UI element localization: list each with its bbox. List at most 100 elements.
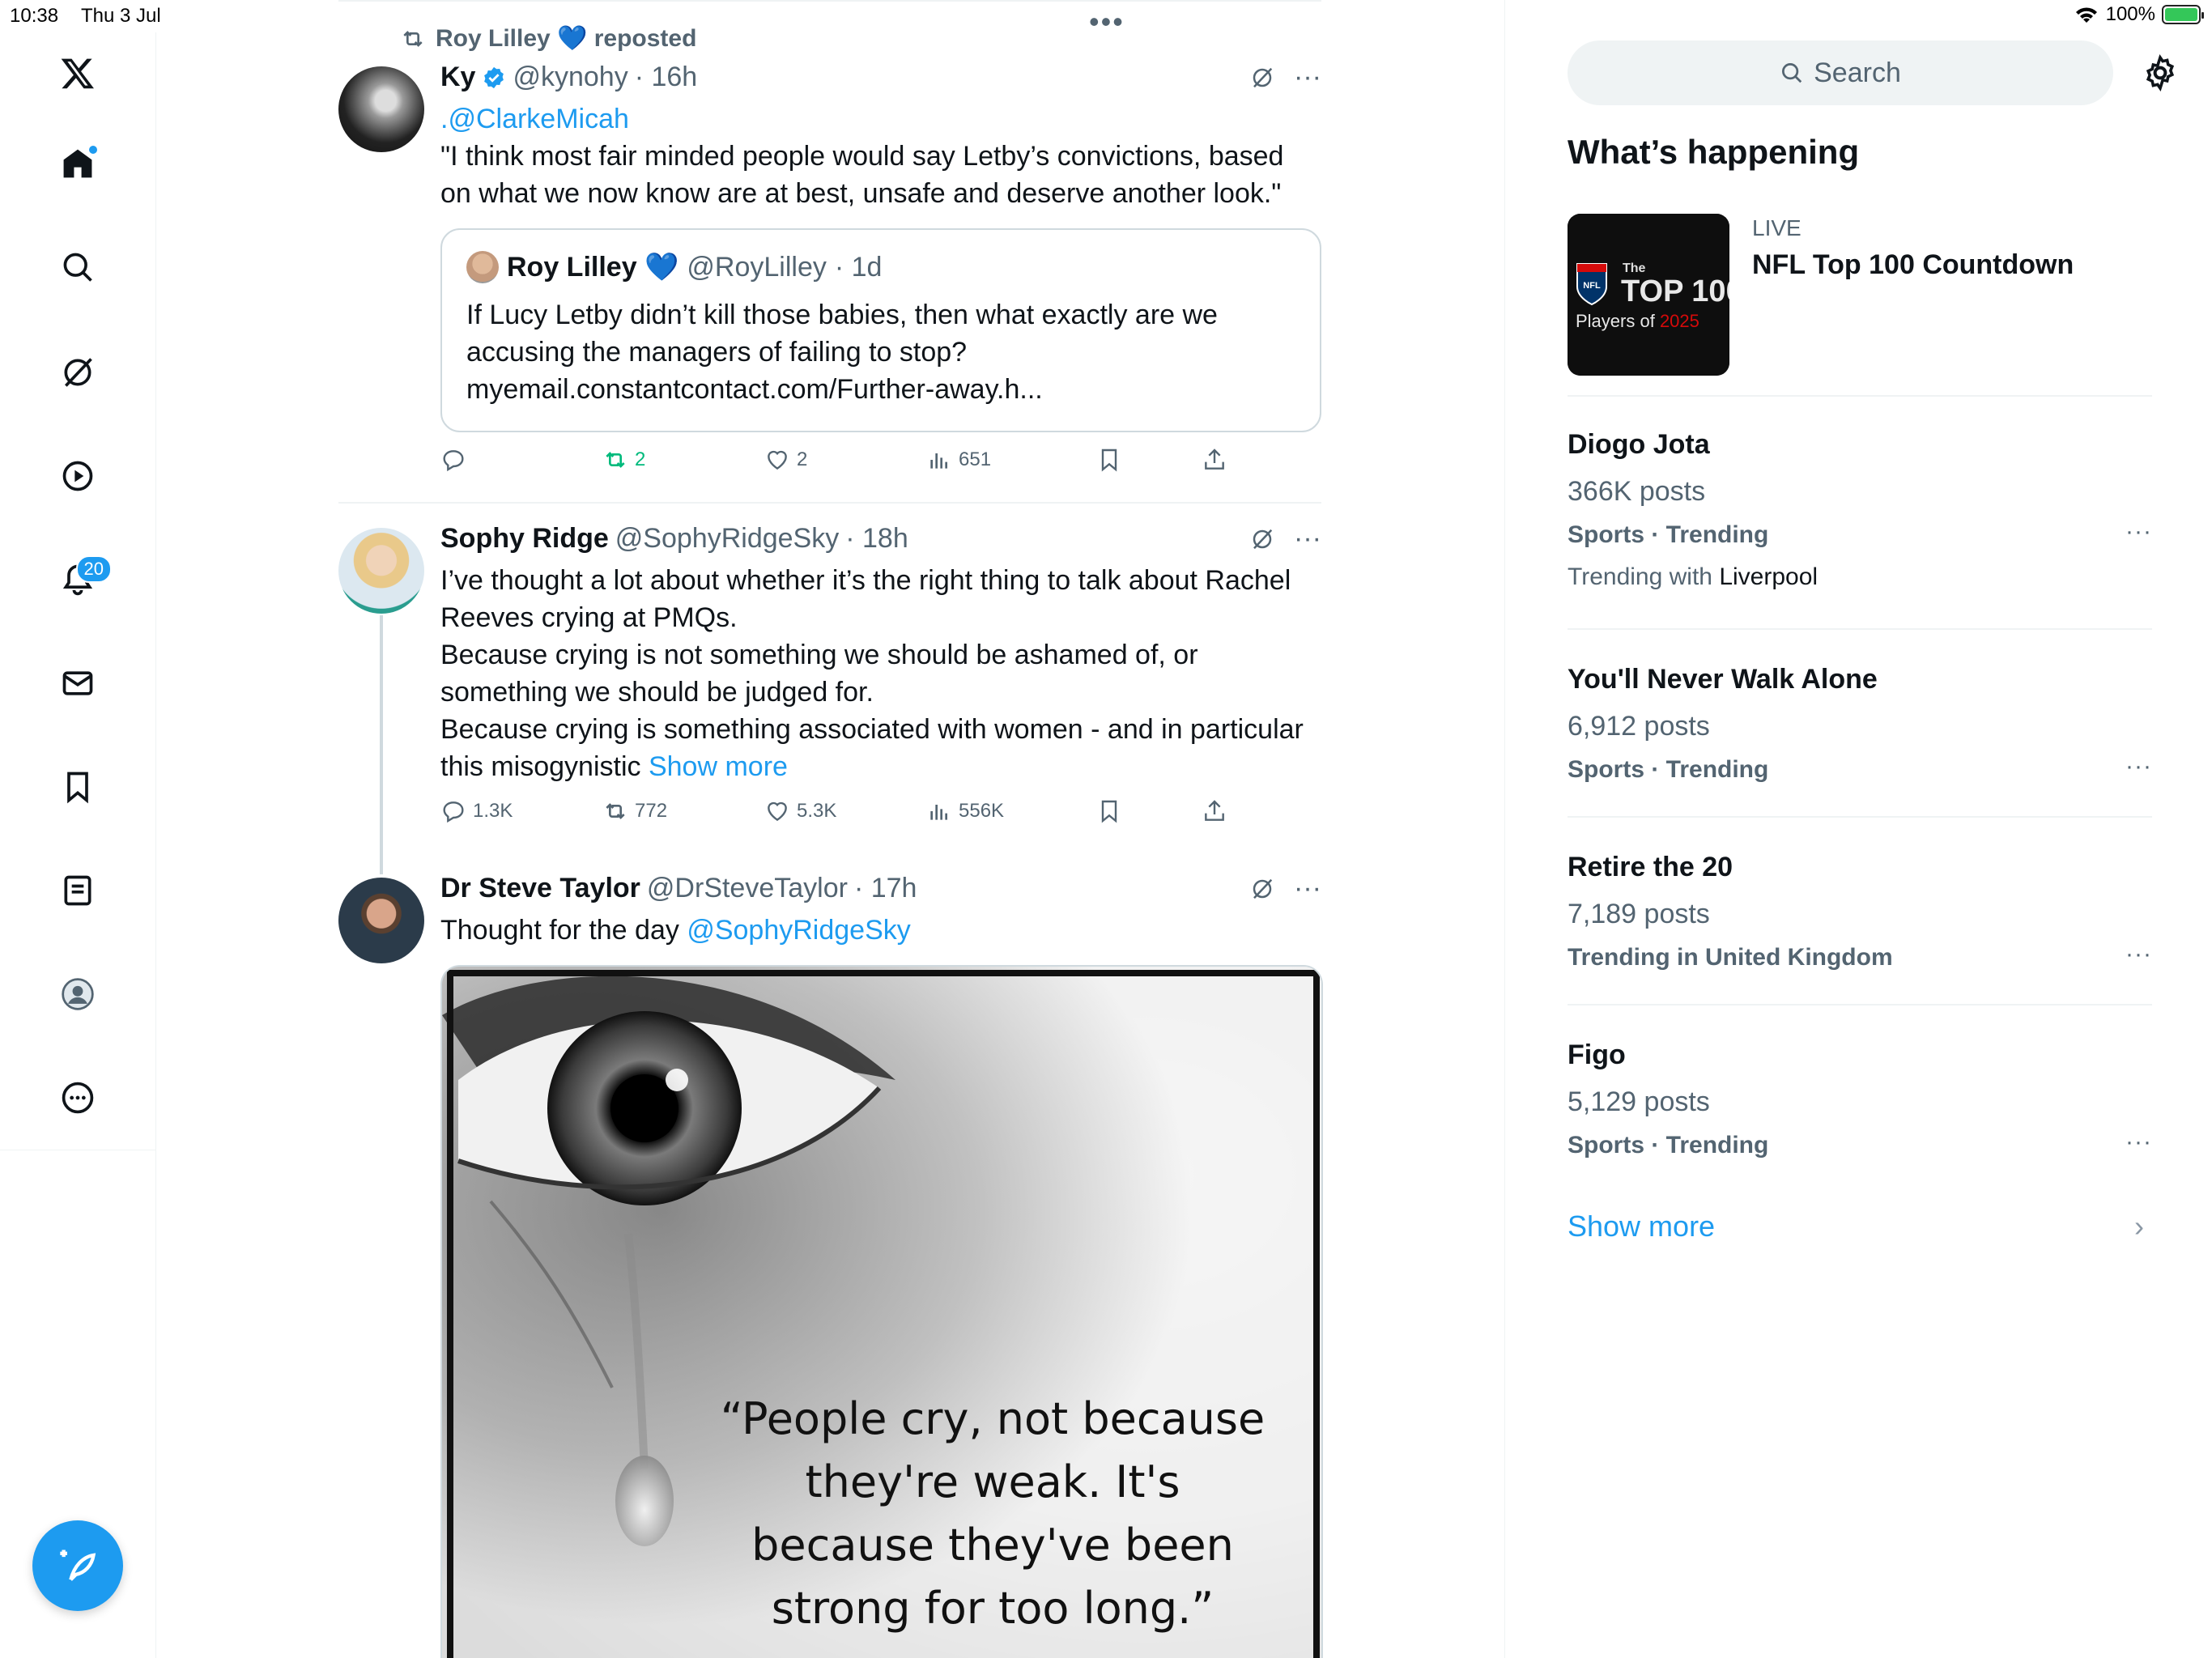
avatar-sophy-ridge[interactable] bbox=[338, 528, 424, 614]
trend-title: Diogo Jota bbox=[1568, 429, 1710, 460]
repost-by-label: Roy Lilley 💙 reposted bbox=[436, 25, 697, 52]
search-icon[interactable] bbox=[49, 238, 107, 296]
whats-happening-title: What’s happening bbox=[1568, 133, 1860, 171]
trend-more-icon[interactable]: ··· bbox=[2125, 753, 2152, 780]
trend-with-label: Trending with bbox=[1568, 563, 1720, 590]
nfl-top100-thumbnail[interactable]: NFL The TOP 100 Players of 2025 bbox=[1568, 214, 1729, 376]
live-label: LIVE bbox=[1752, 215, 1802, 240]
bookmark-icon bbox=[1101, 800, 1117, 823]
thumb-line1: The bbox=[1623, 261, 1646, 275]
tweet1-more-icon[interactable]: ··· bbox=[1294, 62, 1321, 93]
tweet2-show-more[interactable]: Show more bbox=[649, 751, 788, 782]
repost-button[interactable]: 2 bbox=[602, 447, 645, 473]
views-button[interactable]: 651 bbox=[926, 447, 991, 473]
tweet3-more-icon[interactable]: ··· bbox=[1294, 873, 1321, 904]
reply-icon bbox=[443, 801, 464, 823]
grok-icon[interactable] bbox=[1250, 527, 1274, 551]
battery-percent: 100% bbox=[2105, 3, 2155, 25]
like-button[interactable]: 5.3K bbox=[764, 798, 836, 824]
tweet3-body: Thought for the day @SophyRidgeSky bbox=[440, 912, 1323, 949]
trend-item[interactable]: You'll Never Walk Alone 6,912 posts Spor… bbox=[1568, 662, 2152, 785]
share-icon bbox=[1205, 449, 1224, 470]
trend-item[interactable]: Figo 5,129 posts Sports · Trending ··· bbox=[1568, 1038, 2152, 1161]
tweet2-actions: 1.3K 772 5.3K 556K bbox=[440, 798, 1234, 834]
trend-post-count: 5,129 posts bbox=[1568, 1086, 1710, 1117]
trend-title: Retire the 20 bbox=[1568, 852, 1733, 882]
share-button[interactable] bbox=[1202, 798, 1227, 824]
trend-more-icon[interactable]: ··· bbox=[2125, 1129, 2152, 1156]
trend-category: Trending in United Kingdom bbox=[1568, 944, 1893, 971]
reply-button[interactable] bbox=[440, 447, 466, 473]
quoted-tweet[interactable]: Roy Lilley 💙 @RoyLilley · 1d If Lucy Let… bbox=[440, 228, 1321, 432]
wifi-icon bbox=[2075, 7, 2097, 23]
tweet3-image[interactable]: “People cry, not because they're weak. I… bbox=[440, 965, 1323, 1658]
top-handle-dots[interactable]: ••• bbox=[1089, 5, 1125, 39]
share-button[interactable] bbox=[1202, 447, 1227, 473]
tweet1-author-name[interactable]: Ky bbox=[440, 62, 475, 93]
tweet1-actions: 2 2 651 bbox=[440, 447, 1234, 483]
x-logo-icon[interactable] bbox=[49, 44, 107, 102]
grok-icon[interactable] bbox=[1250, 877, 1274, 901]
bookmark-button[interactable] bbox=[1096, 798, 1122, 824]
compose-post-button[interactable] bbox=[32, 1520, 123, 1611]
lists-icon[interactable] bbox=[49, 861, 107, 920]
trend-post-count: 366K posts bbox=[1568, 476, 1706, 507]
profile-avatar-icon[interactable] bbox=[49, 965, 107, 1023]
search-input[interactable]: Search bbox=[1568, 40, 2113, 105]
quote-time: · 1d bbox=[834, 251, 883, 283]
repost-icon bbox=[606, 803, 625, 819]
quote-text: If Lucy Letby didn’t kill those babies, … bbox=[466, 300, 1218, 405]
trend-with-link[interactable]: Liverpool bbox=[1719, 563, 1818, 590]
settings-gear-icon[interactable] bbox=[2141, 53, 2180, 92]
reply-count: 1.3K bbox=[473, 800, 513, 822]
trend-post-count: 7,189 posts bbox=[1568, 899, 1710, 929]
like-count: 2 bbox=[797, 449, 808, 470]
messages-icon[interactable] bbox=[49, 654, 107, 712]
repost-indicator: Roy Lilley 💙 reposted bbox=[400, 24, 696, 53]
grok-icon[interactable] bbox=[1250, 66, 1274, 90]
tweet2-handle[interactable]: @SophyRidgeSky bbox=[615, 523, 839, 555]
bookmarks-icon[interactable] bbox=[49, 758, 107, 816]
repost-icon bbox=[403, 30, 423, 47]
views-count: 651 bbox=[959, 449, 992, 470]
tweet3-mention-link[interactable]: @SophyRidgeSky bbox=[687, 915, 910, 946]
more-options-icon[interactable] bbox=[49, 1069, 107, 1127]
repost-count: 772 bbox=[635, 800, 668, 822]
avatar-ky[interactable] bbox=[338, 66, 424, 152]
tweet1-mention-link[interactable]: .@ClarkeMicah bbox=[440, 104, 629, 134]
notifications-bell-icon[interactable]: 20 bbox=[49, 551, 112, 609]
show-more-trends-link[interactable]: Show more bbox=[1568, 1209, 1715, 1244]
tweet1-header: Ky @kynohy · 16h ··· bbox=[440, 62, 1321, 93]
tweet3-author-name[interactable]: Dr Steve Taylor bbox=[440, 873, 640, 904]
home-icon[interactable] bbox=[49, 134, 107, 193]
trend-more-icon[interactable]: ··· bbox=[2125, 941, 2152, 968]
tweet1-handle[interactable]: @kynohy bbox=[513, 62, 627, 93]
avatar-dr-steve-taylor[interactable] bbox=[338, 878, 424, 963]
tweet2-time: · 18h bbox=[845, 523, 908, 554]
quote-handle: @RoyLilley bbox=[687, 251, 827, 283]
tweet1-mention-line: .@ClarkeMicah bbox=[440, 100, 1323, 138]
trend-more-icon[interactable]: ··· bbox=[2125, 518, 2152, 546]
tweet2-more-icon[interactable]: ··· bbox=[1294, 523, 1321, 555]
repost-button[interactable]: 772 bbox=[602, 798, 667, 824]
views-button[interactable]: 556K bbox=[926, 798, 1004, 824]
grok-icon[interactable] bbox=[49, 343, 107, 402]
bookmark-button[interactable] bbox=[1096, 447, 1122, 473]
search-placeholder: Search bbox=[1814, 57, 1901, 88]
like-button[interactable]: 2 bbox=[764, 447, 807, 473]
battery-icon bbox=[2162, 5, 2204, 24]
trend-item[interactable]: Retire the 20 7,189 posts Trending in Un… bbox=[1568, 850, 2152, 973]
tweet2-author-name[interactable]: Sophy Ridge bbox=[440, 523, 609, 555]
verified-badge-icon bbox=[484, 66, 504, 88]
live-event-title[interactable]: NFL Top 100 Countdown bbox=[1752, 249, 2074, 281]
video-icon[interactable] bbox=[49, 447, 107, 505]
quote-header: Roy Lilley 💙 @RoyLilley · 1d bbox=[466, 251, 882, 283]
views-chart-icon bbox=[930, 805, 947, 820]
quote-author-name: Roy Lilley 💙 bbox=[507, 252, 679, 283]
chevron-right-icon[interactable]: › bbox=[2134, 1209, 2144, 1244]
image-quote-text: “People cry, not because they're weak. I… bbox=[720, 1393, 1266, 1634]
trend-item[interactable]: Diogo Jota 366K posts Sports · Trending … bbox=[1568, 427, 2152, 593]
views-chart-icon bbox=[930, 453, 947, 469]
reply-button[interactable]: 1.3K bbox=[440, 798, 513, 824]
tweet3-handle[interactable]: @DrSteveTaylor bbox=[647, 873, 848, 904]
